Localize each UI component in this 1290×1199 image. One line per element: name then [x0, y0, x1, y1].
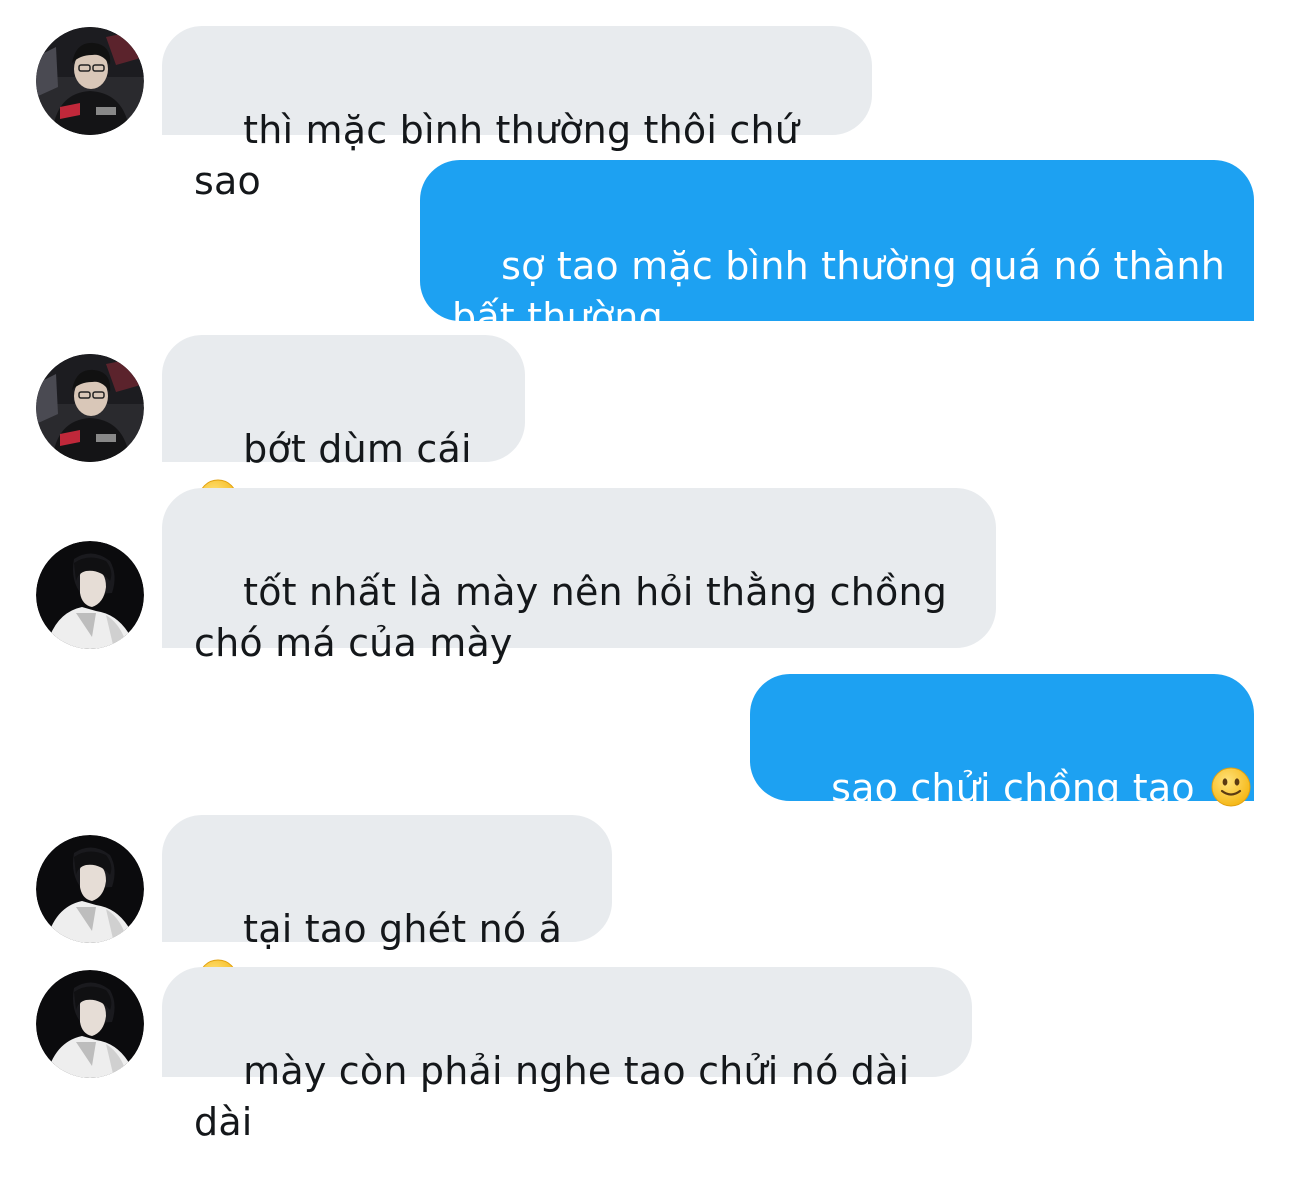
message-bubble-incoming[interactable]: tốt nhất là mày nên hỏi thằng chồng chó … — [162, 488, 996, 665]
message-text: bớt dùm cái — [243, 427, 484, 471]
message-bubble-incoming[interactable]: thì mặc bình thường thôi chứ sao — [162, 26, 872, 203]
message-text: sao chửi chồng tao — [831, 766, 1208, 810]
message-text: sợ tao mặc bình thường quá nó thành bất … — [452, 244, 1225, 339]
message-bubble-incoming[interactable]: bớt dùm cái — [162, 335, 525, 462]
avatar[interactable] — [36, 970, 144, 1078]
message-bubble-outgoing[interactable]: sao chửi chồng tao — [750, 674, 1254, 810]
message-text: tốt nhất là mày nên hỏi thằng chồng chó … — [194, 570, 948, 665]
message-bubble-incoming[interactable]: tại tao ghét nó á — [162, 815, 612, 942]
message-bubble-incoming[interactable]: mày còn phải nghe tao chửi nó dài dài — [162, 967, 972, 1144]
slightly-smiling-face-icon — [1211, 767, 1251, 807]
avatar[interactable] — [36, 354, 144, 462]
message-text: mày còn phải nghe tao chửi nó dài dài — [194, 1049, 922, 1144]
avatar[interactable] — [36, 541, 144, 649]
avatar[interactable] — [36, 835, 144, 943]
message-text: tại tao ghét nó á — [243, 907, 575, 951]
message-bubble-outgoing[interactable]: sợ tao mặc bình thường quá nó thành bất … — [420, 160, 1254, 339]
avatar[interactable] — [36, 27, 144, 135]
